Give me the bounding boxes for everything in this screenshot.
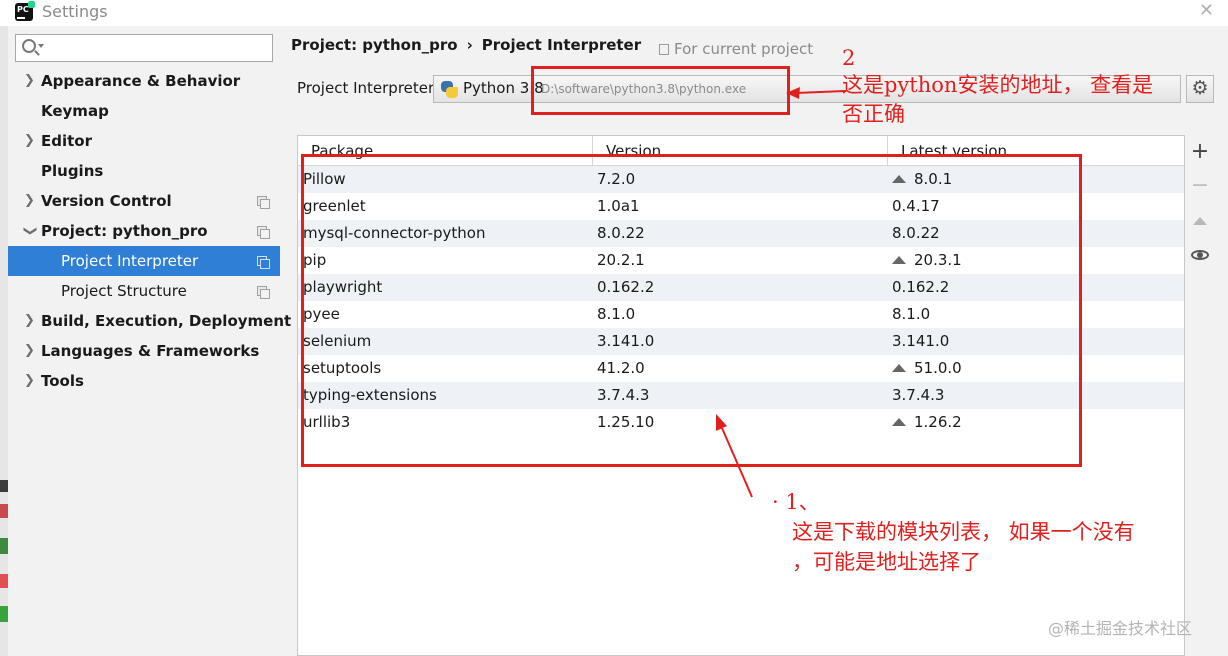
annotation-text-1-line2: ，可能是地址选择了 — [792, 550, 981, 574]
sidebar-item-appearance-behavior[interactable]: ❯ Appearance & Behavior — [8, 66, 280, 96]
sidebar-item-project-interpreter[interactable]: Project Interpreter — [8, 246, 280, 276]
watermark: @稀土掘金技术社区 — [1048, 619, 1193, 638]
add-package-button[interactable]: + — [1186, 138, 1214, 166]
project-settings-icon — [257, 286, 270, 299]
sidebar-item-label: Tools — [41, 372, 84, 390]
annotation-number-2: 2 — [842, 46, 856, 70]
sidebar-item-languages-frameworks[interactable]: ❯ Languages & Frameworks — [8, 336, 280, 366]
interpreter-settings-button[interactable]: ⚙ — [1186, 75, 1214, 103]
minus-icon: − — [1190, 173, 1210, 198]
project-settings-icon — [257, 226, 270, 239]
show-early-releases-button[interactable] — [1186, 240, 1214, 268]
sidebar-item-build-execution-deployment[interactable]: ❯ Build, Execution, Deployment — [8, 306, 291, 336]
chevron-right-icon: ❯ — [24, 373, 35, 388]
triangle-up-icon — [1193, 217, 1207, 225]
chevron-right-icon: ❯ — [24, 193, 35, 208]
search-icon — [22, 39, 36, 53]
gear-icon: ⚙ — [1191, 77, 1209, 99]
annotation-text-2-line2: 否正确 — [842, 102, 905, 126]
breadcrumb-current: Project Interpreter — [481, 36, 642, 54]
sidebar-item-label: Project: python_pro — [41, 222, 208, 240]
interpreter-label: Project Interpreter: — [297, 79, 439, 97]
sidebar-item-version-control[interactable]: ❯ Version Control — [8, 186, 280, 216]
sidebar-item-tools[interactable]: ❯ Tools — [8, 366, 280, 396]
chevron-right-icon: ❯ — [24, 313, 35, 328]
remove-package-button[interactable]: − — [1186, 172, 1214, 200]
breadcrumb-parent[interactable]: Project: python_pro — [291, 36, 458, 54]
chevron-right-icon: ❯ — [24, 343, 35, 358]
settings-sidebar: ❯ Appearance & Behavior Keymap ❯ Editor … — [8, 26, 291, 656]
sidebar-item-label: Languages & Frameworks — [41, 342, 260, 360]
project-settings-icon — [659, 44, 669, 55]
pycharm-logo-icon — [15, 1, 35, 21]
python-icon — [441, 81, 458, 98]
sidebar-item-editor[interactable]: ❯ Editor — [8, 126, 280, 156]
window-title: Settings — [42, 2, 108, 21]
plus-icon: + — [1190, 139, 1210, 164]
chevron-right-icon: ❯ — [24, 133, 35, 148]
chevron-down-icon — [38, 44, 44, 48]
sidebar-item-plugins[interactable]: Plugins — [8, 156, 280, 186]
sidebar-item-label: Project Interpreter — [61, 252, 199, 270]
annotation-number-1: · 1、 — [772, 490, 820, 514]
title-bar: Settings ✕ — [0, 0, 1228, 26]
sidebar-item-label: Version Control — [41, 192, 172, 210]
project-settings-icon — [257, 196, 270, 209]
sidebar-item-label: Keymap — [41, 102, 109, 120]
annotation-text-2-line1: 这是python安装的地址， 查看是 — [842, 73, 1154, 97]
annotation-box-package-list — [301, 154, 1082, 467]
annotation-box-interpreter-path — [531, 66, 790, 115]
annotation-text-1-line1: 这是下载的模块列表， 如果一个没有 — [792, 520, 1135, 544]
sidebar-item-project-structure[interactable]: Project Structure — [8, 276, 280, 306]
sidebar-item-label: Project Structure — [61, 282, 187, 300]
sidebar-item-label: Plugins — [41, 162, 104, 180]
sidebar-item-label: Appearance & Behavior — [41, 72, 241, 90]
scope-label: For current project — [674, 40, 814, 58]
close-icon[interactable]: ✕ — [1199, 0, 1214, 21]
settings-search[interactable] — [15, 34, 273, 62]
breadcrumb: Project: python_pro › Project Interpreter — [291, 36, 641, 54]
chevron-down-icon: ❯ — [22, 225, 38, 237]
eye-icon — [1191, 249, 1209, 260]
sidebar-item-label: Editor — [41, 132, 92, 150]
sidebar-item-label: Build, Execution, Deployment — [41, 312, 292, 330]
background-ide-strip — [0, 26, 8, 656]
chevron-right-icon: ❯ — [24, 73, 35, 88]
upgrade-package-button[interactable] — [1186, 206, 1214, 234]
breadcrumb-separator: › — [466, 36, 473, 54]
search-input[interactable] — [46, 37, 266, 59]
sidebar-item-project[interactable]: ❯ Project: python_pro — [8, 216, 280, 246]
sidebar-item-keymap[interactable]: Keymap — [8, 96, 280, 126]
scope-hint: For current project — [659, 40, 813, 58]
project-settings-icon — [257, 256, 270, 269]
